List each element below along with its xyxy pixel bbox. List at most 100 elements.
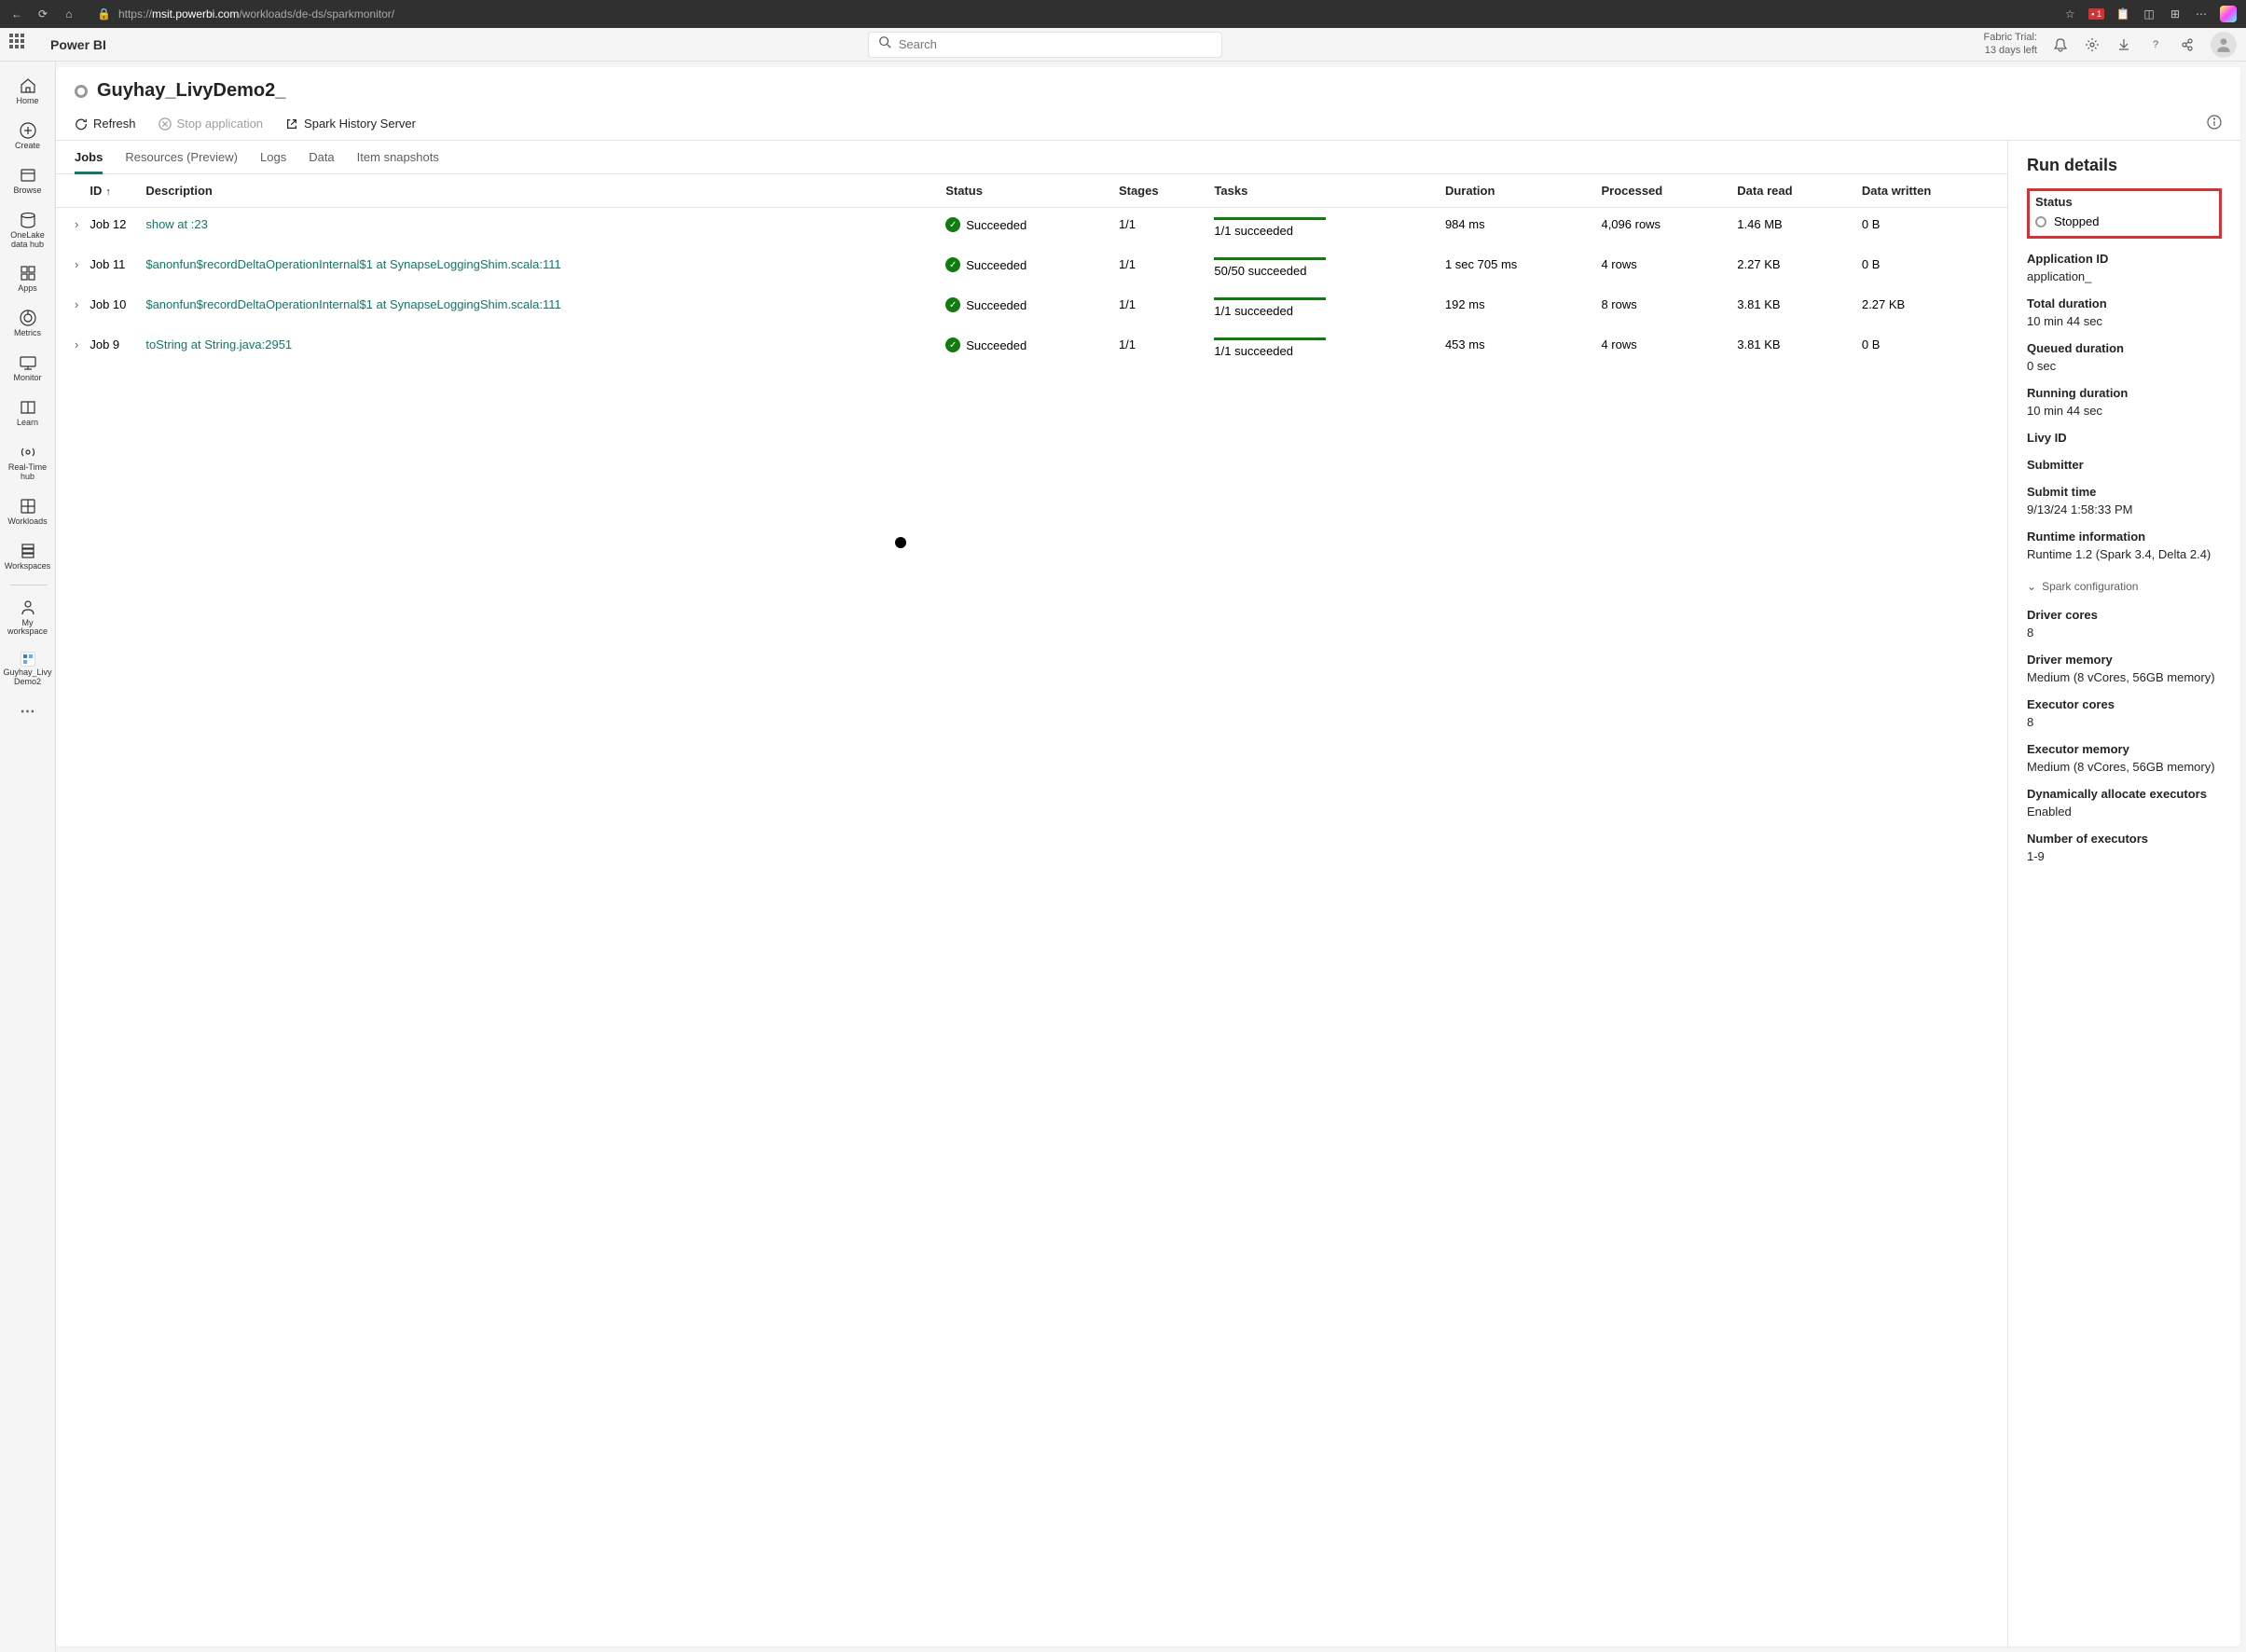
cursor-dot xyxy=(895,537,906,548)
split-icon[interactable]: ◫ xyxy=(2142,7,2156,21)
job-id: Job 11 xyxy=(84,248,140,288)
nav-metrics[interactable]: Metrics xyxy=(3,303,53,344)
back-icon[interactable]: ← xyxy=(9,7,24,21)
nav-onelake[interactable]: OneLake data hub xyxy=(3,205,53,255)
job-description-link[interactable]: $anonfun$recordDeltaOperationInternal$1 … xyxy=(145,257,560,271)
extension-badge[interactable]: ▪ 1 xyxy=(2088,8,2104,20)
waffle-icon[interactable] xyxy=(9,34,32,56)
nav-workspaces[interactable]: Workspaces xyxy=(3,536,53,577)
search-input[interactable] xyxy=(899,37,1212,51)
copilot-icon[interactable] xyxy=(2220,6,2237,22)
col-stages[interactable]: Stages xyxy=(1113,174,1208,208)
check-icon: ✓ xyxy=(945,257,960,272)
nav-realtime[interactable]: Real-Time hub xyxy=(3,437,53,488)
notifications-icon[interactable] xyxy=(2052,36,2069,53)
plus-circle-icon xyxy=(19,121,37,140)
job-id: Job 10 xyxy=(84,288,140,328)
job-read: 3.81 KB xyxy=(1731,288,1856,328)
page-title: Guyhay_LivyDemo2_ xyxy=(97,80,285,102)
settings-icon[interactable] xyxy=(2084,36,2101,53)
job-description-link[interactable]: toString at String.java:2951 xyxy=(145,337,292,351)
clipboard-icon[interactable]: 📋 xyxy=(2115,7,2130,21)
progress-bar xyxy=(1214,217,1326,220)
job-stages: 1/1 xyxy=(1113,248,1208,288)
job-status: Succeeded xyxy=(966,258,1027,272)
nav-browse[interactable]: Browse xyxy=(3,160,53,201)
expand-row-icon[interactable]: › xyxy=(56,248,84,288)
download-icon[interactable] xyxy=(2115,36,2132,53)
job-tasks: 1/1 succeeded xyxy=(1214,224,1434,238)
more-icon[interactable]: ⋯ xyxy=(2194,7,2209,21)
col-tasks[interactable]: Tasks xyxy=(1208,174,1440,208)
star-icon[interactable]: ☆ xyxy=(2062,7,2077,21)
status-label: Status xyxy=(2035,195,2213,209)
nav-workloads[interactable]: Workloads xyxy=(3,491,53,532)
nav-current-workspace[interactable]: Guyhay_Livy Demo2 xyxy=(3,646,53,693)
job-written: 0 B xyxy=(1856,208,2007,248)
refresh-icon[interactable]: ⟳ xyxy=(35,7,50,21)
metrics-icon xyxy=(19,309,37,327)
job-id: Job 9 xyxy=(84,328,140,368)
job-written: 0 B xyxy=(1856,328,2007,368)
tab-jobs[interactable]: Jobs xyxy=(75,141,103,173)
status-value: Stopped xyxy=(2054,214,2099,228)
help-icon[interactable]: ? xyxy=(2147,36,2164,53)
col-processed[interactable]: Processed xyxy=(1595,174,1731,208)
job-stages: 1/1 xyxy=(1113,208,1208,248)
nav-learn[interactable]: Learn xyxy=(3,392,53,434)
info-icon[interactable] xyxy=(2207,115,2222,132)
url-bar[interactable]: 🔒 https://msit.powerbi.com/workloads/de-… xyxy=(88,7,2051,21)
table-header-row: ID↑ Description Status Stages Tasks Dura… xyxy=(56,174,2007,208)
tab-snapshots[interactable]: Item snapshots xyxy=(357,141,439,173)
left-nav: Home Create Browse OneLake data hub Apps… xyxy=(0,62,56,1652)
home-icon[interactable]: ⌂ xyxy=(62,7,76,21)
job-id: Job 12 xyxy=(84,208,140,248)
onelake-icon xyxy=(19,211,37,229)
job-processed: 8 rows xyxy=(1595,288,1731,328)
job-description-link[interactable]: $anonfun$recordDeltaOperationInternal$1 … xyxy=(145,297,560,311)
col-status[interactable]: Status xyxy=(940,174,1113,208)
tab-resources[interactable]: Resources (Preview) xyxy=(125,141,238,173)
status-indicator-icon xyxy=(75,85,88,98)
expand-row-icon[interactable]: › xyxy=(56,288,84,328)
col-description[interactable]: Description xyxy=(140,174,940,208)
run-details-panel: Run details Status Stopped Application I… xyxy=(2007,141,2240,1646)
feedback-icon[interactable] xyxy=(2179,36,2196,53)
job-read: 2.27 KB xyxy=(1731,248,1856,288)
nav-apps[interactable]: Apps xyxy=(3,258,53,299)
col-id[interactable]: ID↑ xyxy=(84,174,140,208)
main-content: Guyhay_LivyDemo2_ Refresh Stop applicati… xyxy=(56,67,2240,1646)
nav-monitor[interactable]: Monitor xyxy=(3,348,53,389)
avatar[interactable] xyxy=(2211,32,2237,58)
expand-row-icon[interactable]: › xyxy=(56,208,84,248)
col-data-written[interactable]: Data written xyxy=(1856,174,2007,208)
person-icon xyxy=(19,599,37,617)
job-duration: 192 ms xyxy=(1440,288,1596,328)
nav-my-workspace[interactable]: My workspace xyxy=(3,593,53,643)
tab-logs[interactable]: Logs xyxy=(260,141,286,173)
search-box[interactable] xyxy=(868,32,1222,58)
home-icon xyxy=(19,76,37,95)
job-processed: 4 rows xyxy=(1595,248,1731,288)
job-status: Succeeded xyxy=(966,218,1027,232)
col-data-read[interactable]: Data read xyxy=(1731,174,1856,208)
spark-config-link[interactable]: ⌄ Spark configuration xyxy=(2027,574,2222,599)
apps-icon xyxy=(19,264,37,282)
job-written: 2.27 KB xyxy=(1856,288,2007,328)
collections-icon[interactable]: ⊞ xyxy=(2168,7,2183,21)
col-duration[interactable]: Duration xyxy=(1440,174,1596,208)
job-processed: 4,096 rows xyxy=(1595,208,1731,248)
tab-data[interactable]: Data xyxy=(309,141,334,173)
history-button[interactable]: Spark History Server xyxy=(285,117,416,131)
details-title: Run details xyxy=(2027,156,2222,175)
expand-row-icon[interactable]: › xyxy=(56,328,84,368)
nav-create[interactable]: Create xyxy=(3,116,53,157)
job-description-link[interactable]: show at :23 xyxy=(145,217,208,231)
nav-home[interactable]: Home xyxy=(3,71,53,112)
workspace-icon xyxy=(21,652,35,667)
jobs-table: ID↑ Description Status Stages Tasks Dura… xyxy=(56,174,2007,368)
nav-more-icon[interactable]: ⋯ xyxy=(15,696,41,726)
page-header: Guyhay_LivyDemo2_ xyxy=(56,67,2240,111)
refresh-button[interactable]: Refresh xyxy=(75,117,136,131)
url-text: https://msit.powerbi.com/workloads/de-ds… xyxy=(118,7,394,21)
